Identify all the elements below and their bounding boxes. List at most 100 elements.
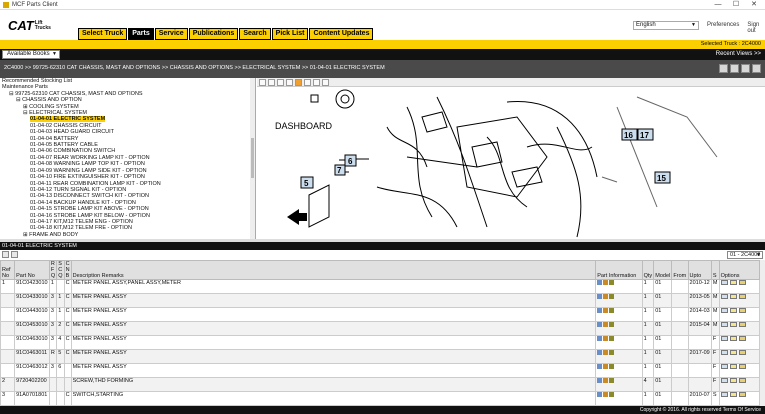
cart-icon[interactable]	[603, 336, 609, 341]
note-icon[interactable]	[729, 308, 737, 313]
column-header[interactable]: Options	[718, 260, 761, 280]
column-header[interactable]: Upto	[687, 260, 712, 280]
comment-icon[interactable]	[720, 392, 728, 397]
comment-icon[interactable]	[720, 350, 728, 355]
table-row[interactable]: 91C0463011 R 5 C METER PANEL ASSY 1 01 2017-09 F	[0, 349, 761, 364]
column-header[interactable]: Model	[653, 260, 673, 280]
column-header[interactable]: Part Information	[595, 260, 643, 280]
folder-icon[interactable]	[738, 392, 746, 397]
table-scrollbar[interactable]	[760, 260, 765, 408]
folder-icon[interactable]	[738, 308, 746, 313]
fit-icon[interactable]	[277, 79, 284, 86]
recent-views-link[interactable]: Recent Views >>	[716, 51, 761, 57]
note-icon[interactable]	[729, 350, 737, 355]
info-icon[interactable]	[597, 280, 603, 285]
cart-icon[interactable]	[603, 364, 609, 369]
rotate-icon[interactable]	[286, 79, 293, 86]
column-header[interactable]: C N B	[63, 260, 72, 280]
info-icon[interactable]	[597, 350, 603, 355]
serial-select[interactable]: 01 - 2C4000 ▼	[727, 251, 763, 259]
callout-7[interactable]: 7	[337, 166, 342, 175]
column-header[interactable]: S C Q	[56, 260, 65, 280]
info-icon[interactable]	[597, 322, 603, 327]
folder-icon[interactable]	[738, 378, 746, 383]
folder-icon[interactable]	[738, 364, 746, 369]
add-icon[interactable]	[11, 251, 18, 258]
comment-icon[interactable]	[720, 364, 728, 369]
tab-search[interactable]: Search	[239, 28, 271, 40]
note-icon[interactable]	[729, 378, 737, 383]
fullscreen-icon[interactable]	[752, 64, 761, 73]
available-books-select[interactable]: Available Books ▼	[2, 50, 60, 59]
zoom-out-icon[interactable]	[268, 79, 275, 86]
layout-icon[interactable]	[719, 64, 728, 73]
callout-16[interactable]: 16	[624, 131, 633, 140]
note-icon[interactable]	[729, 336, 737, 341]
table-row[interactable]: 91C0443010 3 1 C METER PANEL ASSY 1 01 2014-03 M	[0, 307, 761, 322]
price-icon[interactable]	[609, 350, 615, 355]
folder-icon[interactable]	[738, 294, 746, 299]
table-row[interactable]: 2 9720402200 SCREW,THD FORMING 4 01 F	[0, 377, 761, 392]
table-row[interactable]: 91C0453010 3 2 C METER PANEL ASSY 1 01 2015-04 M	[0, 321, 761, 336]
tab-publications[interactable]: Publications	[188, 28, 239, 40]
price-icon[interactable]	[609, 392, 615, 397]
column-header[interactable]: R F Q	[48, 260, 58, 280]
comment-icon[interactable]	[720, 322, 728, 327]
reset-icon[interactable]	[322, 79, 329, 86]
info-icon[interactable]	[597, 294, 603, 299]
minimize-button[interactable]: —	[709, 0, 727, 10]
scroll-thumb[interactable]	[251, 138, 254, 178]
callout-15[interactable]: 15	[657, 174, 666, 183]
table-row[interactable]: 3 91A0701801 C SWITCH,STARTING 1 01 2010-07 S	[0, 391, 761, 406]
breadcrumb[interactable]: 2C4000 >> 99725-62310 CAT CHASSIS, MAST …	[4, 65, 385, 71]
column-header[interactable]: From	[671, 260, 689, 280]
column-header[interactable]: Ref No	[0, 260, 16, 280]
price-icon[interactable]	[609, 280, 615, 285]
info-icon[interactable]	[597, 378, 603, 383]
note-icon[interactable]	[729, 364, 737, 369]
close-button[interactable]: ✕	[745, 0, 763, 10]
table-row[interactable]: 91C0463010 3 4 C METER PANEL ASSY 1 01 F	[0, 335, 761, 350]
price-icon[interactable]	[609, 364, 615, 369]
table-row[interactable]: 1 91C0423010 1 C METER PANEL ASSY,PANEL ASSY…	[0, 279, 761, 294]
tab-pick-list[interactable]: Pick List	[271, 28, 309, 40]
price-icon[interactable]	[609, 308, 615, 313]
table-row[interactable]: 91C0463012 3 6 METER PANEL ASSY 1 01 F	[0, 363, 761, 378]
sign-out-link[interactable]: Sign out	[747, 22, 765, 34]
cart-icon[interactable]	[603, 350, 609, 355]
cart-icon[interactable]	[603, 322, 609, 327]
price-icon[interactable]	[609, 378, 615, 383]
cart-icon[interactable]	[603, 294, 609, 299]
note-icon[interactable]	[729, 392, 737, 397]
note-icon[interactable]	[729, 280, 737, 285]
cart-icon[interactable]	[603, 280, 609, 285]
tab-select-truck[interactable]: Select Truck	[78, 28, 128, 40]
zoom-in-icon[interactable]	[259, 79, 266, 86]
tree-node[interactable]: ⊞ FRAME AND BODY	[0, 232, 255, 238]
folder-icon[interactable]	[738, 350, 746, 355]
folder-icon[interactable]	[738, 336, 746, 341]
price-icon[interactable]	[609, 322, 615, 327]
comment-icon[interactable]	[720, 336, 728, 341]
column-header[interactable]: Part No	[14, 260, 50, 280]
column-header[interactable]: Qty	[641, 260, 655, 280]
callout-5[interactable]: 5	[304, 179, 309, 188]
info-icon[interactable]	[597, 392, 603, 397]
folder-icon[interactable]	[738, 280, 746, 285]
tab-parts[interactable]: Parts	[128, 28, 154, 40]
print-diagram-icon[interactable]	[313, 79, 320, 86]
exploded-diagram[interactable]: DASHBOARD 5 6 7 15 16 17	[257, 87, 765, 239]
price-icon[interactable]	[609, 294, 615, 299]
price-icon[interactable]	[609, 336, 615, 341]
comment-icon[interactable]	[720, 378, 728, 383]
pan-icon[interactable]	[295, 79, 302, 86]
comment-icon[interactable]	[720, 280, 728, 285]
info-icon[interactable]	[597, 336, 603, 341]
export-icon[interactable]	[2, 251, 9, 258]
tab-service[interactable]: Service	[154, 28, 188, 40]
language-select[interactable]: English ▼	[633, 21, 699, 30]
grid-icon[interactable]	[730, 64, 739, 73]
cart-icon[interactable]	[603, 308, 609, 313]
comment-icon[interactable]	[720, 294, 728, 299]
cart-icon[interactable]	[603, 392, 609, 397]
